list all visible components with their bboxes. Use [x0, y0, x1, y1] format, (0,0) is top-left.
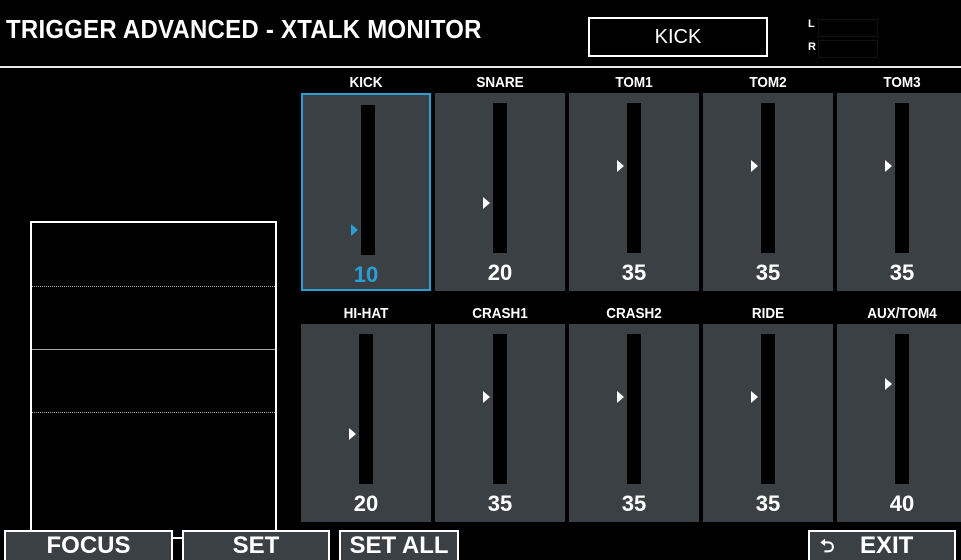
xtalk-level-marker — [617, 390, 624, 403]
pad-label: TOM3 — [883, 74, 921, 91]
xtalk-slider-track — [627, 103, 641, 253]
screen-title: TRIGGER ADVANCED - XTALK MONITOR — [6, 14, 482, 44]
focus-button[interactable]: FOCUS — [4, 530, 173, 560]
xtalk-level-marker — [751, 159, 758, 172]
pad-label: TOM1 — [615, 74, 653, 91]
pad-label: CRASH2 — [606, 305, 662, 322]
graph-gridline — [32, 286, 275, 287]
xtalk-slider-track — [895, 103, 909, 253]
xtalk-pad-slot[interactable]: 35 — [435, 324, 565, 522]
xtalk-value: 35 — [487, 491, 513, 516]
set-all-button[interactable]: SET ALL — [339, 530, 459, 560]
pad-label: RIDE — [751, 305, 785, 322]
meter-r-label: R — [808, 41, 816, 53]
pad-label: HI-HAT — [343, 305, 389, 322]
xtalk-value: 40 — [889, 491, 915, 516]
header-divider — [0, 66, 961, 68]
xtalk-graph — [30, 221, 277, 539]
xtalk-level-marker — [483, 390, 490, 403]
pad-label: CRASH1 — [472, 305, 528, 322]
xtalk-slider-track — [359, 334, 373, 484]
xtalk-level-marker — [351, 224, 358, 236]
xtalk-level-marker — [751, 390, 758, 403]
xtalk-slider-track — [493, 334, 507, 484]
xtalk-pad-slot[interactable]: 35 — [703, 93, 833, 291]
meter-l-label: L — [808, 18, 815, 30]
xtalk-slider-track — [895, 334, 909, 484]
xtalk-slider-track — [627, 334, 641, 484]
return-arrow-icon: ⮌ — [820, 536, 835, 556]
xtalk-level-marker — [885, 378, 892, 390]
exit-button[interactable]: ⮌ EXIT — [808, 530, 956, 560]
xtalk-slider-track — [761, 334, 775, 484]
xtalk-value: 20 — [353, 491, 379, 516]
xtalk-slider-track — [493, 103, 507, 253]
level-meter-l — [818, 19, 878, 37]
xtalk-value: 35 — [755, 491, 781, 516]
xtalk-slider-track — [361, 105, 375, 255]
xtalk-pad-slot[interactable]: 20 — [435, 93, 565, 291]
xtalk-value: 35 — [621, 491, 647, 516]
xtalk-pad-slot[interactable]: 10 — [301, 93, 431, 291]
xtalk-level-marker — [617, 159, 624, 172]
set-button[interactable]: SET — [182, 530, 330, 560]
pad-label: TOM2 — [749, 74, 787, 91]
level-meter-r — [818, 40, 878, 58]
pad-label: AUX/TOM4 — [867, 305, 937, 322]
xtalk-pad-slot[interactable]: 35 — [569, 324, 699, 522]
xtalk-level-marker — [349, 428, 356, 440]
xtalk-pad-slot[interactable]: 35 — [703, 324, 833, 522]
xtalk-value: 20 — [487, 260, 513, 285]
graph-gridline — [32, 349, 275, 350]
xtalk-pad-slot[interactable]: 40 — [837, 324, 961, 522]
xtalk-pad-slot[interactable]: 35 — [569, 93, 699, 291]
xtalk-value: 35 — [621, 260, 647, 285]
xtalk-value: 35 — [889, 260, 915, 285]
graph-gridline — [32, 412, 275, 413]
xtalk-pad-slot[interactable]: 20 — [301, 324, 431, 522]
xtalk-level-marker — [483, 197, 490, 209]
pad-label: KICK — [349, 74, 383, 91]
xtalk-value: 35 — [755, 260, 781, 285]
xtalk-level-marker — [885, 159, 892, 172]
xtalk-value: 10 — [353, 262, 379, 287]
xtalk-slider-track — [761, 103, 775, 253]
selected-pad-display: KICK — [588, 17, 768, 57]
pad-label: SNARE — [476, 74, 524, 91]
xtalk-pad-slot[interactable]: 35 — [837, 93, 961, 291]
exit-label: EXIT — [860, 532, 914, 559]
